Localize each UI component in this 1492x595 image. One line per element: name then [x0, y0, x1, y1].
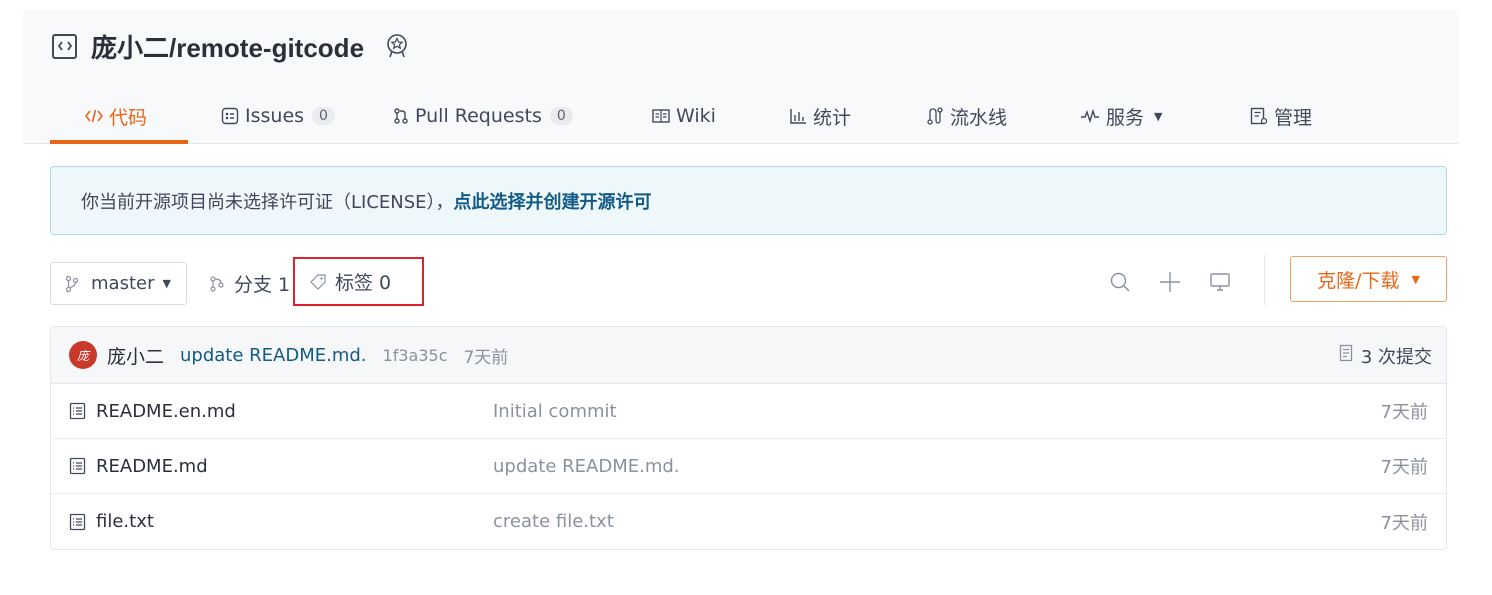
- tab-label: 管理: [1274, 106, 1313, 129]
- branch-selector[interactable]: master ▼: [50, 262, 187, 305]
- file-name: file.txt: [96, 511, 154, 532]
- tab-pipeline[interactable]: 流水线: [926, 88, 1007, 144]
- chevron-down-icon: ▼: [1411, 272, 1420, 286]
- file-commit-message[interactable]: update README.md.: [493, 456, 680, 477]
- tab-pull-requests[interactable]: Pull Requests 0: [393, 88, 573, 144]
- branches-label: 分支 1: [234, 274, 291, 296]
- tab-code[interactable]: 代码: [85, 88, 147, 144]
- code-icon: [85, 108, 103, 124]
- commit-count-link[interactable]: 3 次提交: [1339, 327, 1432, 384]
- repo-title: 庞小二/remote-gitcode: [52, 28, 410, 64]
- file-icon: [69, 402, 86, 420]
- tab-label: 服务: [1106, 106, 1145, 129]
- branch-icon: [65, 275, 79, 293]
- tab-label: 流水线: [950, 106, 1008, 129]
- tags-label: 标签 0: [335, 272, 392, 294]
- file-name: README.md: [96, 455, 208, 477]
- tab-label: Wiki: [676, 105, 716, 127]
- clone-label: 克隆/下载: [1317, 269, 1400, 292]
- branches-link[interactable]: 分支 1: [210, 262, 290, 305]
- commits-icon: [1339, 344, 1355, 367]
- file-commit-message[interactable]: Initial commit: [493, 401, 617, 422]
- clone-download-button[interactable]: 克隆/下载 ▼: [1290, 256, 1447, 302]
- file-list: 庞 庞小二 update README.md. 1f3a35c 7天前 3 次提…: [50, 326, 1447, 550]
- wiki-icon: [652, 108, 670, 124]
- service-icon: [1080, 109, 1100, 123]
- commit-author[interactable]: 庞小二: [107, 342, 164, 369]
- issues-icon: [221, 107, 239, 125]
- tab-service[interactable]: 服务 ▼: [1080, 88, 1162, 144]
- tab-label: 代码: [109, 106, 148, 129]
- tab-manage[interactable]: 管理: [1250, 88, 1312, 144]
- repo-code-icon: [52, 33, 77, 59]
- repo-name-link[interactable]: 庞小二/remote-gitcode: [91, 28, 364, 65]
- tab-label: Issues: [245, 105, 305, 127]
- table-row[interactable]: README.md update README.md. 7天前: [51, 439, 1446, 494]
- add-file-icon[interactable]: [1158, 268, 1182, 296]
- file-commit-message[interactable]: create file.txt: [493, 511, 614, 532]
- pr-count-badge: 0: [549, 107, 573, 125]
- create-license-link[interactable]: 点此选择并创建开源许可: [454, 188, 652, 214]
- commit-count-label: 3 次提交: [1360, 346, 1432, 368]
- pipeline-icon: [926, 107, 944, 125]
- tab-issues[interactable]: Issues 0: [221, 88, 335, 144]
- commit-time: 7天前: [463, 347, 509, 368]
- tab-wiki[interactable]: Wiki: [652, 88, 716, 144]
- tab-label: Pull Requests: [415, 105, 542, 127]
- license-notice-text: 你当前开源项目尚未选择许可证（LICENSE），: [81, 191, 454, 213]
- branch-name: master: [91, 273, 155, 294]
- branches-icon: [210, 275, 228, 292]
- file-time: 7天前: [1380, 512, 1428, 534]
- search-icon[interactable]: [1108, 268, 1132, 296]
- commit-message-link[interactable]: update README.md.: [180, 345, 367, 366]
- table-row[interactable]: README.en.md Initial commit 7天前: [51, 384, 1446, 439]
- latest-commit-bar: 庞 庞小二 update README.md. 1f3a35c 7天前 3 次提…: [51, 327, 1446, 384]
- pull-request-icon: [393, 107, 409, 125]
- file-link[interactable]: README.en.md: [69, 401, 236, 422]
- tab-label: 统计: [813, 106, 852, 129]
- recommend-badge-icon: [384, 33, 410, 59]
- commit-hash[interactable]: 1f3a35c: [383, 346, 448, 365]
- file-name: README.en.md: [96, 400, 236, 422]
- avatar[interactable]: 庞: [69, 341, 97, 369]
- license-notice: 你当前开源项目尚未选择许可证（LICENSE）， 点此选择并创建开源许可: [50, 166, 1447, 235]
- file-icon: [69, 513, 86, 531]
- tab-stats[interactable]: 统计: [789, 88, 851, 144]
- file-time: 7天前: [1380, 457, 1428, 478]
- toolbar-divider: [1264, 255, 1265, 305]
- file-link[interactable]: README.md: [69, 456, 208, 477]
- manage-icon: [1250, 107, 1268, 125]
- table-row[interactable]: file.txt create file.txt 7天前: [51, 494, 1446, 549]
- chevron-down-icon: ▼: [1154, 109, 1163, 123]
- tags-link[interactable]: 标签 0: [293, 257, 424, 306]
- file-icon: [69, 457, 86, 475]
- stats-icon: [789, 108, 807, 124]
- chevron-down-icon: ▼: [162, 277, 171, 290]
- issues-count-badge: 0: [312, 107, 335, 125]
- file-link[interactable]: file.txt: [69, 511, 154, 532]
- file-time: 7天前: [1380, 402, 1428, 423]
- web-ide-icon[interactable]: [1208, 268, 1232, 296]
- tag-icon: [309, 273, 327, 291]
- active-tab-indicator: [50, 140, 188, 144]
